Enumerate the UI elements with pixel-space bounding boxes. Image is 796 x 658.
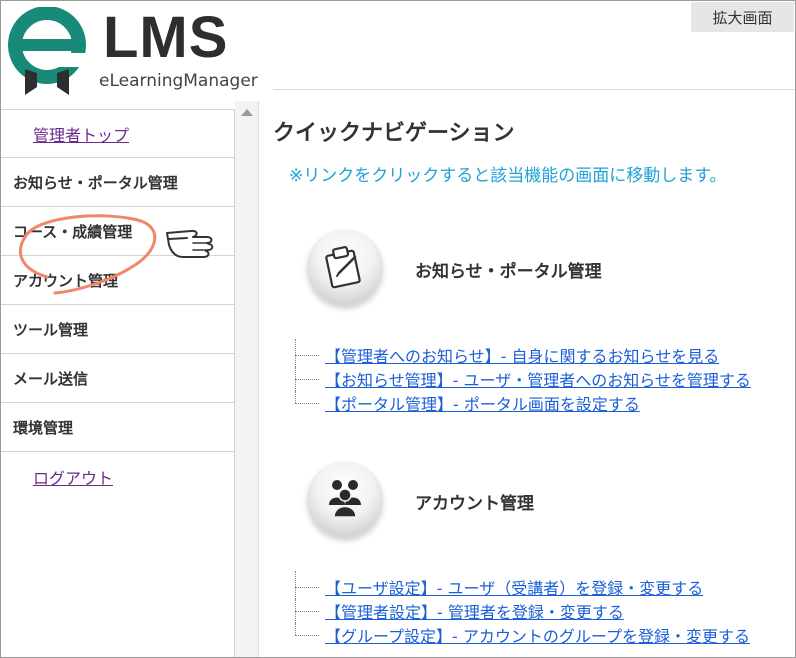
list-item: 【グループ設定】- アカウントのグループを登録・変更する [295, 623, 750, 647]
logo-title: LMS [103, 5, 229, 70]
group-settings-link[interactable]: 【グループ設定】- アカウントのグループを登録・変更する [325, 627, 750, 646]
navigation-hint: ※リンクをクリックすると該当機能の画面に移動します。 [289, 166, 727, 186]
page-title: クイックナビゲーション [273, 121, 515, 146]
sidebar-item-admin-top[interactable]: 管理者トップ [1, 109, 234, 158]
list-item: 【お知らせ管理】- ユーザ・管理者へのお知らせを管理する [295, 367, 751, 391]
scrollbar[interactable] [235, 101, 259, 657]
section-title-notice-portal: お知らせ・ポータル管理 [415, 262, 602, 282]
highlight-circle-annotation [19, 214, 157, 295]
lms-logo[interactable]: LMS eLearningManager [7, 7, 277, 97]
users-group-icon [307, 461, 383, 537]
pointing-hand-icon [166, 229, 214, 258]
sidebar-item-environment[interactable]: 環境管理 [1, 403, 234, 452]
user-settings-link[interactable]: 【ユーザ設定】- ユーザ（受講者）を登録・変更する [325, 579, 703, 598]
list-item: 【管理者設定】- 管理者を登録・変更する [295, 599, 750, 623]
logo-e-icon [8, 7, 87, 95]
admin-notice-link[interactable]: 【管理者へのお知らせ】- 自身に関するお知らせを見る [325, 347, 719, 366]
logo-subtitle: eLearningManager [99, 71, 258, 91]
admin-settings-link[interactable]: 【管理者設定】- 管理者を登録・変更する [325, 603, 624, 622]
sidebar-item-logout[interactable]: ログアウト [1, 452, 234, 501]
portal-management-link[interactable]: 【ポータル管理】- ポータル画面を設定する [325, 395, 640, 414]
list-item: 【ポータル管理】- ポータル画面を設定する [295, 391, 751, 415]
admin-top-link[interactable]: 管理者トップ [13, 122, 129, 146]
scroll-up-arrow-icon[interactable] [241, 109, 253, 116]
sidebar-item-label: お知らせ・ポータル管理 [13, 173, 178, 192]
app-window: 拡大画面 LMS eLearningManager 管理者トップ お知らせ・ポー… [0, 0, 796, 658]
list-item: 【管理者へのお知らせ】- 自身に関するお知らせを見る [295, 339, 751, 367]
header-divider [273, 89, 795, 90]
section-title-account: アカウント管理 [415, 494, 534, 514]
logout-link[interactable]: ログアウト [13, 465, 113, 489]
sidebar-item-label: ツール管理 [13, 320, 89, 339]
notice-management-link[interactable]: 【お知らせ管理】- ユーザ・管理者へのお知らせを管理する [325, 371, 751, 390]
list-item: 【ユーザ設定】- ユーザ（受講者）を登録・変更する [295, 571, 750, 599]
clipboard-icon [307, 229, 383, 305]
sidebar-item-tools[interactable]: ツール管理 [1, 305, 234, 354]
sidebar-item-mail[interactable]: メール送信 [1, 354, 234, 403]
sidebar-item-label: メール送信 [13, 369, 89, 388]
account-links: 【ユーザ設定】- ユーザ（受講者）を登録・変更する 【管理者設定】- 管理者を登… [295, 571, 750, 647]
sidebar: 管理者トップ お知らせ・ポータル管理 コース・成績管理 アカウント管理 ツール管… [1, 109, 235, 657]
sidebar-item-label: 環境管理 [13, 418, 74, 437]
main-content: クイックナビゲーション ※リンクをクリックすると該当機能の画面に移動します。 お… [259, 101, 795, 657]
sidebar-item-notice-portal[interactable]: お知らせ・ポータル管理 [1, 158, 234, 207]
zoom-badge[interactable]: 拡大画面 [691, 2, 794, 32]
notice-portal-links: 【管理者へのお知らせ】- 自身に関するお知らせを見る 【お知らせ管理】- ユーザ… [295, 339, 751, 415]
